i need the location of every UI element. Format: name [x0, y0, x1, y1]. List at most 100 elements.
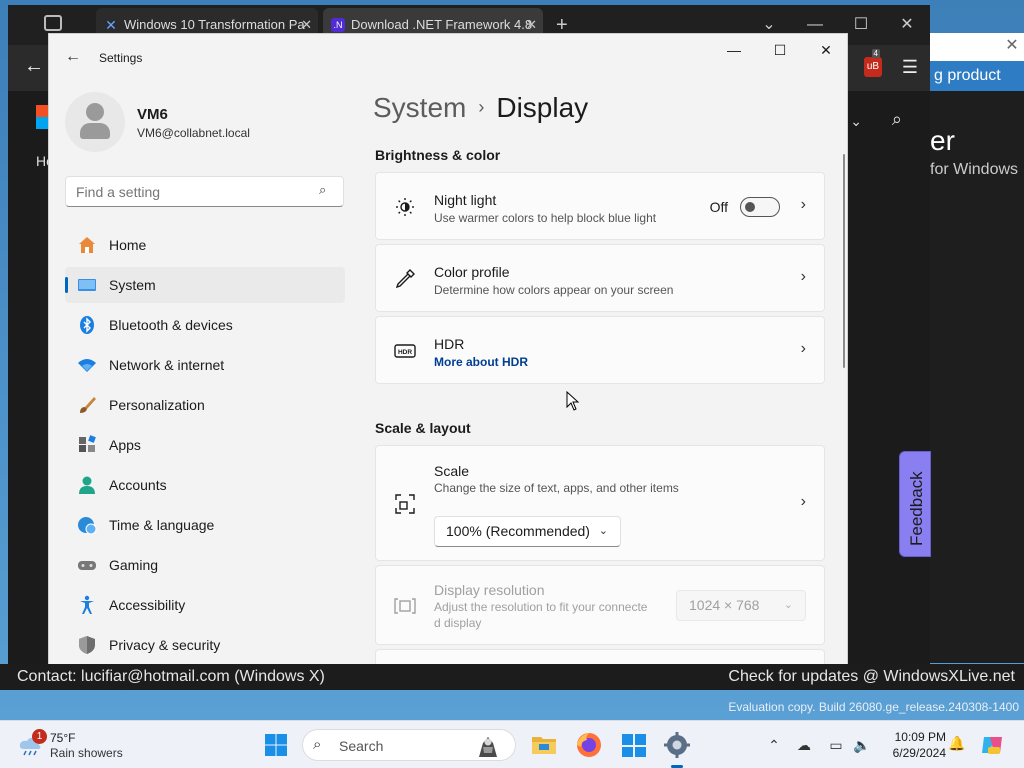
chevron-right-icon[interactable]: ›	[801, 493, 806, 511]
menu-icon[interactable]: ☰	[902, 57, 918, 78]
sidebar-item-label: Time & language	[109, 517, 215, 533]
extension-badge: 4	[871, 49, 880, 58]
next-card-partial[interactable]	[375, 649, 825, 664]
back-arrow-icon[interactable]: ←	[24, 55, 44, 78]
system-icon	[78, 279, 96, 291]
section-heading: Scale & layout	[375, 420, 471, 436]
chevron-right-icon[interactable]: ›	[801, 340, 806, 358]
minimize-icon[interactable]: —	[711, 34, 757, 66]
sidebar-item-apps[interactable]: Apps	[65, 427, 345, 463]
tab-label: Download .NET Framework 4.8	[351, 17, 533, 32]
windows-start-icon[interactable]	[264, 733, 288, 757]
eyedropper-icon	[395, 269, 415, 289]
settings-active-indicator	[663, 731, 691, 768]
sidebar-item-label: Bluetooth & devices	[109, 317, 233, 333]
hdr-card[interactable]: HDR HDR More about HDR ›	[375, 316, 825, 384]
resolution-icon	[394, 598, 416, 614]
close-icon[interactable]: ✕	[884, 5, 930, 45]
file-explorer-icon[interactable]	[530, 731, 558, 759]
updates-text: Check for updates @ WindowsXLive.net	[728, 668, 1015, 685]
time-text: 10:09 PM	[894, 730, 946, 744]
settings-window: ← Settings —☐✕ VM6 VM6@collabnet.local ⌕…	[48, 33, 848, 665]
ublock-extension-icon[interactable]: uB	[864, 57, 882, 77]
scale-dropdown[interactable]: 100% (Recommended) ⌄	[434, 516, 621, 547]
display-icon[interactable]: ▭	[826, 733, 846, 757]
sidebar-item-label: Gaming	[109, 557, 159, 573]
sidebar-item-network[interactable]: Network & internet	[65, 347, 345, 383]
search-icon[interactable]: ⌕	[892, 109, 902, 130]
mouse-cursor-icon	[566, 391, 580, 411]
chevron-down-icon: ⌄	[598, 525, 608, 537]
weather-condition: Rain showers	[50, 746, 123, 760]
taskbar-search[interactable]: ⌕ Search	[302, 729, 516, 761]
sidebar-item-system[interactable]: System	[65, 267, 345, 303]
dropdown-value: 1024 × 768	[689, 597, 760, 613]
globe-clock-icon	[78, 517, 97, 535]
home-icon	[79, 237, 95, 253]
back-arrow-icon[interactable]: ←	[65, 48, 81, 66]
resolution-dropdown: 1024 × 768 ⌄	[676, 590, 806, 621]
user-name: VM6	[137, 106, 168, 123]
night-light-icon	[396, 198, 414, 216]
night-light-toggle[interactable]	[740, 197, 780, 217]
sidebar-item-label: Apps	[109, 437, 141, 453]
notification-bell-icon[interactable]: 🔔	[948, 735, 965, 752]
card-description: Adjust the resolution to fit your connec…	[434, 600, 648, 614]
section-heading: Brightness & color	[375, 147, 501, 163]
clock[interactable]: 10:09 PM 6/29/2024	[880, 729, 946, 761]
sidebar-item-accounts[interactable]: Accounts	[65, 467, 345, 503]
feedback-button[interactable]: Feedback	[899, 451, 931, 557]
windows-app-icon[interactable]	[620, 731, 648, 759]
sidebar-item-personalization[interactable]: Personalization	[65, 387, 345, 423]
scrollbar[interactable]	[843, 154, 845, 368]
page-subheading: for Windows	[930, 161, 1019, 178]
more-about-hdr-link[interactable]: More about HDR	[434, 355, 528, 369]
search-input[interactable]	[65, 176, 344, 207]
weather-widget[interactable]: 1 75°F Rain showers	[18, 729, 138, 763]
network-offline-icon[interactable]: ☁	[794, 733, 814, 757]
close-icon[interactable]: ✕	[1000, 35, 1024, 59]
sidebar-item-time-language[interactable]: Time & language	[65, 507, 345, 543]
card-description: Change the size of text, apps, and other…	[434, 481, 679, 495]
sidebar-item-home[interactable]: Home	[65, 227, 345, 263]
tab-actions-icon[interactable]	[44, 15, 62, 31]
chevron-right-icon[interactable]: ›	[801, 196, 806, 214]
sidebar-item-bluetooth[interactable]: Bluetooth & devices	[65, 307, 345, 343]
page-title: Display	[496, 92, 589, 123]
close-icon[interactable]: ✕	[803, 34, 847, 66]
background-browser-page: ✕ g product er for Windows	[930, 33, 1024, 663]
search-label: Search	[339, 738, 384, 754]
brush-icon	[80, 397, 96, 413]
maximize-icon[interactable]: ☐	[757, 34, 803, 66]
sidebar-item-privacy-security[interactable]: Privacy & security	[65, 627, 345, 663]
user-profile[interactable]: VM6 VM6@collabnet.local	[65, 92, 365, 162]
feedback-label: Feedback	[907, 471, 926, 546]
wifi-icon	[78, 359, 96, 372]
page-heading: er	[930, 125, 955, 156]
breadcrumb-parent[interactable]: System	[373, 92, 466, 123]
copilot-icon[interactable]	[980, 733, 1004, 757]
sidebar-item-label: Network & internet	[109, 357, 225, 373]
sound-icon[interactable]: 🔈	[852, 733, 872, 757]
chevron-up-icon[interactable]: ⌃	[764, 733, 784, 757]
date-text: 6/29/2024	[892, 746, 946, 760]
firefox-icon[interactable]	[575, 731, 603, 759]
sidebar-item-gaming[interactable]: Gaming	[65, 547, 345, 583]
microsoft-logo-icon[interactable]	[36, 105, 48, 129]
scale-card[interactable]: Scale Change the size of text, apps, and…	[375, 445, 825, 561]
sidebar-item-label: Personalization	[109, 397, 205, 413]
chevron-right-icon[interactable]: ›	[801, 268, 806, 286]
color-profile-card[interactable]: Color profile Determine how colors appea…	[375, 244, 825, 312]
gamepad-icon	[78, 561, 96, 570]
night-light-card[interactable]: Night light Use warmer colors to help bl…	[375, 172, 825, 240]
chevron-down-icon[interactable]: ⌄	[850, 113, 862, 130]
sidebar-item-accessibility[interactable]: Accessibility	[65, 587, 345, 623]
x-logo-icon: ✕	[105, 17, 117, 33]
breadcrumb: System › Display	[373, 92, 588, 124]
search-highlight-icon	[479, 737, 497, 757]
title-bar: ← Settings — ☐ ✕	[49, 34, 847, 82]
sidebar-item-label: Privacy & security	[109, 637, 221, 653]
card-description-wrap: d display	[434, 616, 482, 630]
taskbar: 1 75°F Rain showers ⌕ Search ⌃ ☁ ▭ 🔈 10:…	[0, 720, 1024, 768]
banner[interactable]: g product	[930, 61, 1024, 91]
